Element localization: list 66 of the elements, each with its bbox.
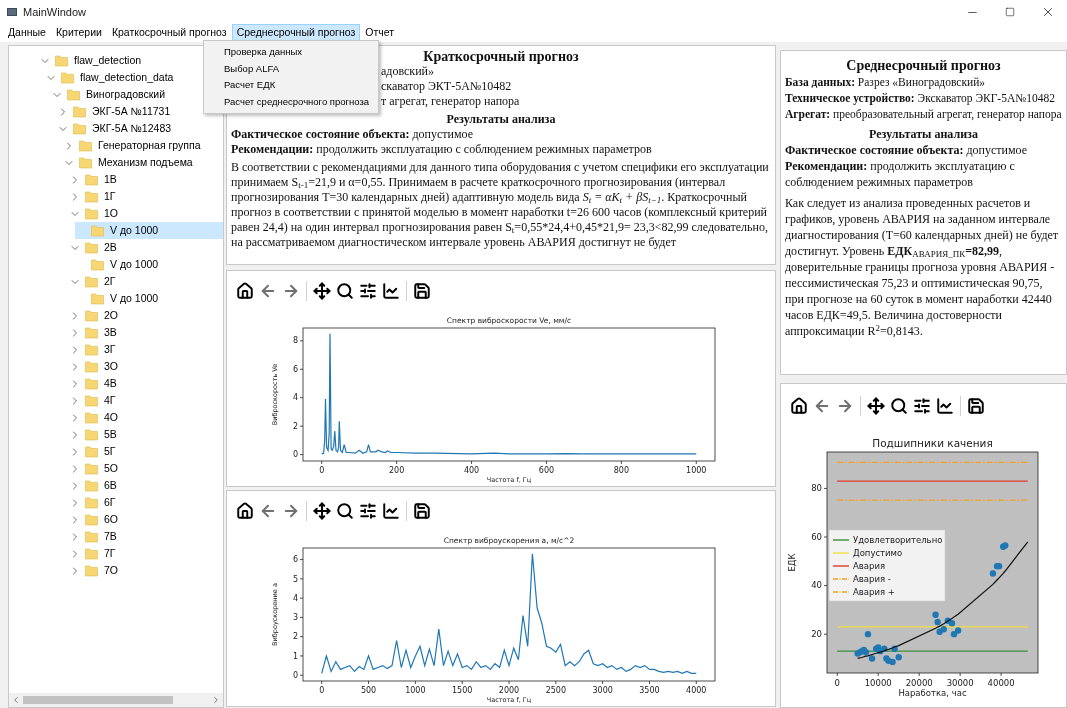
tick-label: 80 (811, 483, 822, 494)
axis-label: ЕДК (787, 553, 797, 572)
tick-label: 3500 (639, 686, 660, 695)
tick-label: 0 (319, 686, 325, 695)
tick-label: 2 (292, 632, 298, 642)
tick-label: 2 (292, 421, 298, 431)
info-line: адовский» (381, 64, 435, 79)
tick-label: 3000 (592, 686, 613, 695)
info-line: База данных: Разрез «Виноградовский» (785, 75, 987, 90)
section-title: Результаты анализа (445, 112, 557, 127)
info-line: Техническое устройство: Экскаватор ЭКГ-5А№10482 (785, 91, 1056, 106)
analysis-paragraph: Как следует из анализа проведенных расчетов и графиков, уровень АВАРИЯ на заданном интервале диагностирования (Т=60 календарных дней) не будет достигнут. Уровень ЕДК$_{АВАРИЯ_ПК}$=82,99, доверительные границы прогноза уровня АВАРИЯ - пессимистическая 75,23 и оптимистическая 90,75, при прогнозе на 60 суток в момент наработки 42440 часов ЕДК=49,5. Величина достоверности аппроксимации R$^{2}$=0,8143. (785, 195, 1060, 339)
axis-label: Наработка, час (898, 688, 967, 698)
legend-label: Авария (853, 561, 886, 571)
legend-label: Авария + (853, 587, 895, 597)
tick-label: 0 (834, 677, 840, 688)
tick-label: 500 (360, 686, 377, 695)
info-line: Рекомендации: продолжить эксплуатацию с соблюдением режимных параметров (785, 158, 1016, 190)
tick-label: 0 (292, 670, 298, 680)
info-line: т агрегат, генератор напора (381, 94, 520, 109)
info-line: Агрегат: преобразовательный агрегат, генератор напора (785, 107, 1062, 122)
tick-label: 10000 (864, 677, 892, 688)
chart-title: Подшипники качения (872, 437, 993, 449)
legend-label: Допустимо (853, 548, 903, 558)
tick-label: 4 (292, 393, 298, 403)
panel-title: Среднесрочный прогноз (845, 57, 1002, 74)
info-line: Рекомендации: продолжить эксплуатацию с соблюдением режимных параметров (231, 142, 653, 157)
tick-label: 6 (292, 364, 298, 374)
tick-label: 30000 (946, 677, 974, 688)
legend-item: Удовлетворительно (832, 535, 943, 545)
tick-label: 0 (319, 466, 325, 475)
info-line: Фактическое состояние объекта: допустимое (231, 127, 475, 142)
tick-label: 2500 (545, 686, 566, 695)
tick-label: 400 (463, 466, 480, 475)
tick-label: 4 (292, 593, 298, 603)
tick-label: 0 (292, 450, 298, 460)
tick-label: 2000 (498, 686, 520, 695)
tick-label: 8 (292, 336, 298, 346)
tick-label: 800 (613, 466, 629, 475)
legend-label: Авария - (853, 574, 891, 584)
tick-label: 40000 (987, 677, 1015, 688)
tick-label: 40 (811, 580, 822, 591)
tick-label: 3 (292, 613, 298, 623)
tick-label: 20000 (905, 677, 933, 688)
tick-label: 20 (811, 629, 822, 639)
legend-label: Удовлетворительно (853, 535, 943, 545)
analysis-paragraph: В соответствии с рекомендациями для данного типа оборудования с учетом специфики его эксплуатации принимаем S$_{t-1}$=21,9 и α=0,55. Принимаем в расчете краткосрочного прогнозирования (интервал прогнозирования T=30 календарных дней) адаптивную модель вида S$_{t}$ = αK$_{t}$ + βS$_{t−1}$. Краткосрочный прогноз в соответствии с принятой моделью в момент наработки t=26 600 часов (комплексный критерий равен 24,4) на один интервал прогнозирования равен S$_{t}$=0,55*24,4+0,45*21,9= 23,3<82,99 следовательно, на рассматриваемом диагностическом интервале уровень АВАРИЯ достигнут не будет (231, 160, 770, 250)
section-title: Результаты анализа (868, 126, 979, 142)
tick-label: 600 (538, 466, 555, 475)
tick-label: 1500 (452, 686, 473, 695)
legend-item: Авария - (832, 574, 891, 584)
tick-label: 200 (389, 466, 405, 475)
tick-label: 1000 (686, 466, 707, 475)
tick-label: 6 (292, 555, 298, 565)
tick-label: 4000 (686, 686, 707, 695)
tick-label: 60 (811, 531, 822, 542)
info-line: скаватор ЭКТ-5А№10482 (381, 79, 512, 94)
legend-item: Авария + (832, 587, 895, 597)
tick-label: 1000 (405, 686, 426, 695)
legend-item: Допустимо (832, 548, 903, 558)
panel-title: Краткосрочный прогноз (423, 49, 579, 64)
tick-label: 5 (292, 574, 298, 584)
window-title: MainWindow (23, 4, 86, 20)
info-line: Фактическое состояние объекта: допустимое (785, 142, 1029, 158)
legend-item: Авария (832, 561, 886, 571)
tick-label: 1 (292, 651, 298, 661)
